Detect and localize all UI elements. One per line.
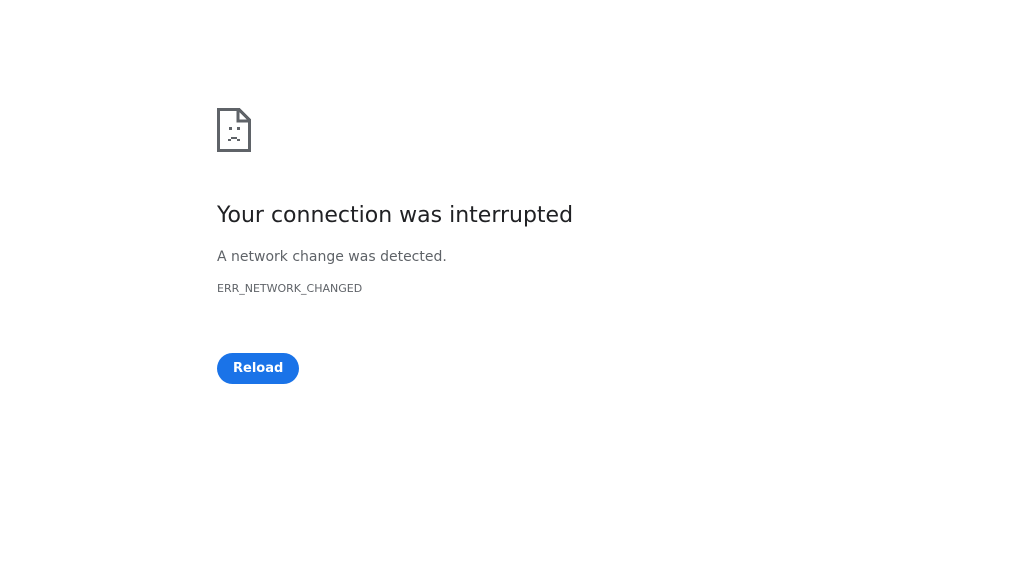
reload-button[interactable]: Reload [217, 353, 300, 384]
error-content: Your connection was interrupted A networ… [217, 108, 817, 384]
sad-page-icon [217, 108, 251, 152]
error-title: Your connection was interrupted [217, 203, 574, 228]
error-message: A network change was detected. [217, 249, 447, 265]
error-code: ERR_NETWORK_CHANGED [217, 282, 363, 295]
error-page: Your connection was interrupted A networ… [0, 0, 1034, 562]
